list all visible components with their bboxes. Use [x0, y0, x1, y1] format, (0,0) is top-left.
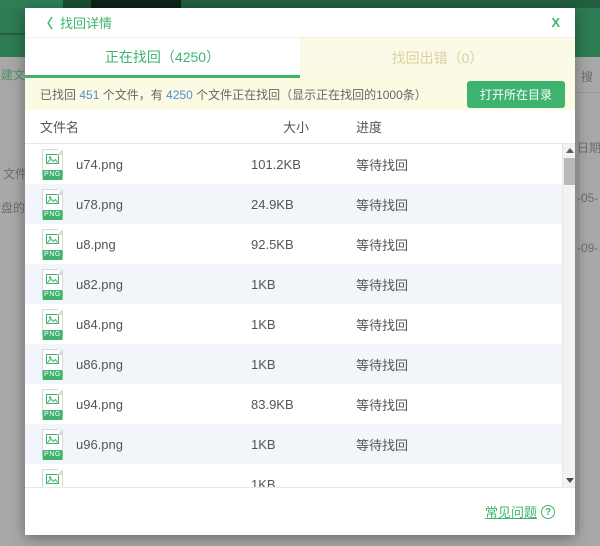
column-header-size: 大小	[251, 117, 356, 136]
background-titlebar	[0, 0, 600, 8]
file-size: 24.9KB	[251, 197, 356, 212]
column-header-progress: 进度	[356, 117, 575, 136]
back-chevron-icon: 〈	[40, 13, 53, 32]
png-file-icon: PNG	[40, 309, 65, 340]
open-directory-button[interactable]: 打开所在目录	[467, 81, 565, 108]
file-name: u86.png	[76, 357, 123, 372]
dialog-title: 找回详情	[60, 13, 112, 32]
file-row[interactable]: PNG u96.png 1KB 等待找回	[25, 424, 562, 464]
back-button[interactable]: 〈 找回详情	[40, 13, 112, 32]
faq-link[interactable]: 常见问题 ?	[485, 502, 555, 521]
file-row[interactable]: PNG u86.png 1KB 等待找回	[25, 344, 562, 384]
titlebar-segment	[91, 0, 181, 8]
background-text-fragment: 搜	[581, 68, 593, 85]
tab-recovering[interactable]: 正在找回（4250）	[25, 38, 300, 78]
file-size: 83.9KB	[251, 397, 356, 412]
file-size: 1KB	[251, 317, 356, 332]
png-file-icon: PNG	[40, 189, 65, 220]
png-file-icon: PNG	[40, 269, 65, 300]
file-progress: 等待找回	[356, 275, 562, 294]
png-file-icon: PNG	[40, 349, 65, 380]
file-name: u8.png	[76, 237, 116, 252]
recovered-count: 451	[79, 88, 99, 102]
file-row[interactable]: PNG u78.png 24.9KB 等待找回	[25, 184, 562, 224]
titlebar-segment	[63, 0, 91, 8]
file-name: u74.png	[76, 157, 123, 172]
background-text-fragment: 日期	[577, 139, 600, 156]
background-text-fragment: 建文	[1, 66, 25, 83]
file-row[interactable]: PNG u74.png 101.2KB 等待找回	[25, 144, 562, 184]
file-progress: 等待找回	[356, 195, 562, 214]
file-progress: 等待找回	[356, 355, 562, 374]
background-text-fragment: -09-	[577, 241, 598, 255]
scroll-thumb[interactable]	[564, 158, 575, 185]
file-progress: 等待找回	[356, 435, 562, 454]
tab-bar: 正在找回（4250） 找回出错（0）	[25, 38, 575, 78]
file-progress: 等待找回	[356, 315, 562, 334]
file-row[interactable]: PNG u8.png 92.5KB 等待找回	[25, 224, 562, 264]
dialog-header: 〈 找回详情 X	[25, 8, 575, 38]
file-name: u84.png	[76, 317, 123, 332]
summary-bar: 已找回 451 个文件，有 4250 个文件正在找回（显示正在找回的1000条）…	[25, 78, 575, 110]
file-size: 1KB	[251, 277, 356, 292]
arrow-up-icon	[566, 148, 574, 153]
file-row[interactable]: PNG u84.png 1KB 等待找回	[25, 304, 562, 344]
column-header-filename: 文件名	[40, 117, 251, 136]
scroll-down-button[interactable]	[563, 474, 575, 487]
png-file-icon: PNG	[40, 149, 65, 180]
scroll-up-button[interactable]	[563, 144, 575, 157]
recovery-details-dialog: 〈 找回详情 X 正在找回（4250） 找回出错（0） 已找回 451 个文件，…	[25, 8, 575, 535]
png-file-icon: PNG	[40, 469, 65, 488]
file-size: 92.5KB	[251, 237, 356, 252]
file-progress: 等待找回	[356, 155, 562, 174]
background-text-fragment: -05-	[577, 191, 598, 205]
tab-errors[interactable]: 找回出错（0）	[300, 38, 575, 78]
png-file-icon: PNG	[40, 389, 65, 420]
file-name: u82.png	[76, 277, 123, 292]
file-rows: PNG u74.png 101.2KB 等待找回 PNG u78.png 24.9K…	[25, 144, 562, 487]
png-file-icon: PNG	[40, 429, 65, 460]
summary-text: 已找回 451 个文件，有 4250 个文件正在找回（显示正在找回的1000条）	[40, 86, 427, 103]
table-header: 文件名 大小 进度	[25, 110, 575, 144]
file-row[interactable]: PNG u94.png 83.9KB 等待找回	[25, 384, 562, 424]
background-text-fragment: 盘的	[1, 199, 25, 216]
question-mark-icon: ?	[541, 505, 555, 519]
file-row[interactable]: PNG u82.png 1KB 等待找回	[25, 264, 562, 304]
scrollbar[interactable]	[562, 144, 575, 487]
file-list: PNG u74.png 101.2KB 等待找回 PNG u78.png 24.9K…	[25, 144, 575, 487]
recovering-count: 4250	[166, 88, 193, 102]
close-button[interactable]: X	[551, 15, 560, 30]
file-name: u96.png	[76, 437, 123, 452]
background-divider	[575, 92, 600, 93]
file-progress: 等待找回	[356, 395, 562, 414]
dialog-footer: 常见问题 ?	[25, 487, 575, 535]
titlebar-segment	[0, 0, 63, 8]
png-file-icon: PNG	[40, 229, 65, 260]
file-size: 1KB	[251, 477, 356, 488]
file-row-partial[interactable]: PNG 1KB	[25, 464, 562, 487]
arrow-down-icon	[566, 478, 574, 483]
file-name: u78.png	[76, 197, 123, 212]
background-text-fragment: 文件	[3, 165, 27, 182]
background-divider	[0, 33, 25, 35]
file-size: 101.2KB	[251, 157, 356, 172]
background-table-border	[578, 120, 579, 535]
file-progress: 等待找回	[356, 235, 562, 254]
file-name: u94.png	[76, 397, 123, 412]
faq-label: 常见问题	[485, 502, 537, 521]
file-size: 1KB	[251, 357, 356, 372]
file-size: 1KB	[251, 437, 356, 452]
